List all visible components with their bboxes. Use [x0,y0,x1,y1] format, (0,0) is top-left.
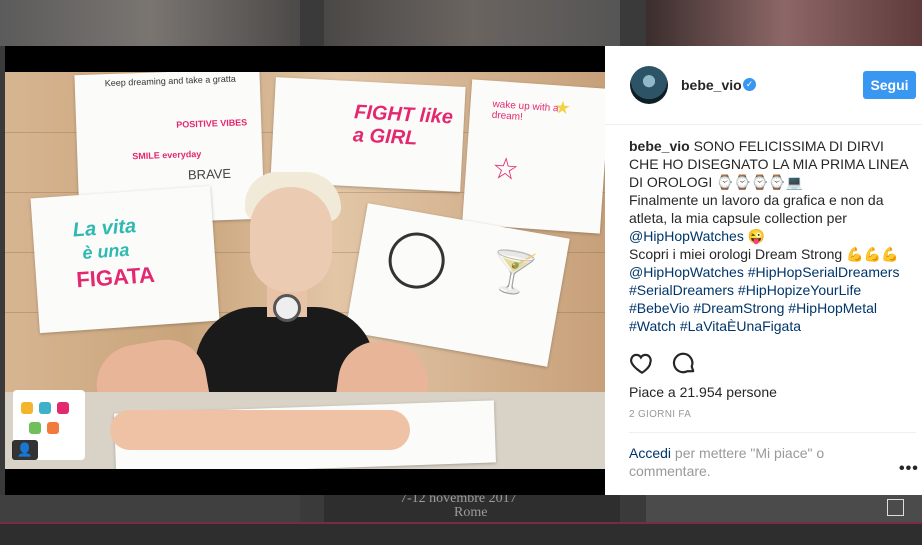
sketch-paper: La vita è una FIGATA [30,185,220,334]
mug-pattern [47,422,59,434]
sketch-paper: wake up with a dream! ★ ☆ [462,79,605,234]
background-gallery-icons [887,499,904,516]
more-options-icon[interactable]: ••• [899,460,919,478]
mug-pattern [39,402,51,414]
post-caption: bebe_vio SONO FELICISSIMA DI DIRVI CHE H… [629,137,911,335]
star-icon: ★ [553,97,572,119]
follow-button[interactable]: Segui [863,71,916,99]
likes-count[interactable]: Piace a 21.954 persone [629,384,777,400]
sign-figata: FIGATA [75,261,156,293]
login-prompt: Accedi per mettere "Mi piace" o commenta… [629,444,859,480]
username[interactable]: bebe_vio [681,77,742,93]
mug-pattern [29,422,41,434]
avatar[interactable] [630,66,668,104]
person-face [250,187,332,292]
feed-thumbnail[interactable] [646,0,922,46]
mention-link[interactable]: @HipHopWatches [629,228,744,244]
feed-thumbnail[interactable] [646,495,922,522]
sign-smile: SMILE everyday [132,148,202,162]
background-event-city: Rome [454,505,488,520]
watch-icon [273,294,301,322]
feed-thumbnail[interactable] [0,495,300,522]
post-timestamp[interactable]: 2 GIORNI FA [629,409,691,420]
person-icon[interactable]: 👤 [12,440,38,460]
caption-hashtags[interactable]: @HipHopWatches #HipHopSerialDreamers #Se… [629,263,911,335]
gallery-icon [887,499,904,516]
mug-pattern [21,402,33,414]
feed-thumbnail[interactable] [324,0,620,46]
heart-icon[interactable] [629,350,655,376]
feed-thumbnail[interactable] [0,0,300,46]
sign-keep-dreaming: Keep dreaming and take a gratta [104,73,236,89]
caption-line-3: Scopri i miei orologi Dream Strong 💪💪💪 [629,246,899,262]
cocktail-icon: 🍸 [484,247,542,300]
sign-la-vita: La vita [72,215,137,242]
post-header: bebe_vio ✓ Segui [605,46,922,125]
sign-e-una: è una [81,239,131,263]
caption-author[interactable]: bebe_vio [629,138,690,154]
login-link[interactable]: Accedi [629,445,671,461]
post-side-panel: bebe_vio ✓ Segui bebe_vio SONO FELICISSI… [605,46,922,495]
divider [629,432,916,433]
post-actions [629,350,697,376]
watch-drawing [384,228,450,293]
caption-emoji: 😜 [743,228,766,244]
bottom-bar [0,522,922,545]
verified-badge-icon: ✓ [743,78,756,91]
sign-fight-like-a-girl: FIGHT like a GIRL [352,101,454,150]
sign-positive-vibes: POSITIVE VIBES [176,117,248,130]
caption-line-2: Finalmente un lavoro da grafica e non da… [629,192,884,226]
sign-brave: BRAVE [187,165,232,183]
post-photo[interactable]: Keep dreaming and take a gratta POSITIVE… [5,72,605,469]
comment-icon[interactable] [671,350,697,376]
person-prosthetic-arms [110,410,410,450]
star-icon: ☆ [490,152,521,187]
mug-pattern [57,402,69,414]
